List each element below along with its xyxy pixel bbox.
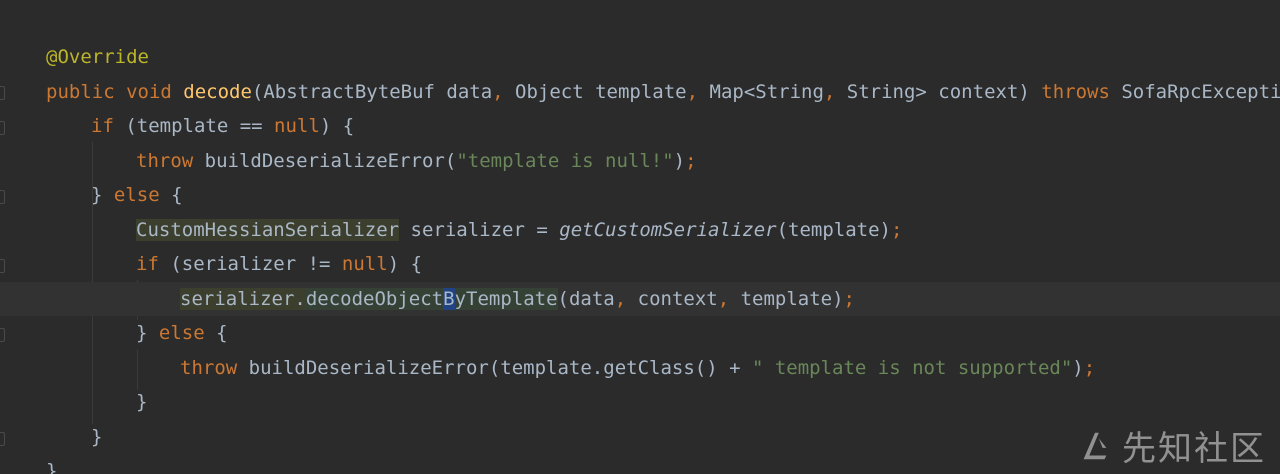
code-token: (template) bbox=[776, 219, 891, 241]
code-token: , bbox=[614, 288, 638, 310]
code-token: public void bbox=[46, 81, 184, 103]
code-token: { bbox=[216, 322, 228, 344]
code-token: } bbox=[136, 322, 159, 344]
code-token: CustomHessianSerializer bbox=[136, 219, 400, 241]
code-text: if (serializer != null) { bbox=[136, 247, 422, 281]
code-token: , bbox=[823, 81, 847, 103]
code-token: if bbox=[136, 253, 171, 275]
code-token: ; bbox=[685, 150, 697, 172]
code-line-6[interactable]: CustomHessianSerializer serializer = get… bbox=[0, 213, 1280, 247]
code-token: null bbox=[274, 115, 320, 137]
code-token: throws bbox=[1041, 81, 1122, 103]
code-token: , bbox=[717, 288, 741, 310]
code-token: context bbox=[637, 288, 718, 310]
code-line-9[interactable]: } else { bbox=[0, 316, 1280, 350]
code-token: throw bbox=[180, 357, 249, 379]
code-line-2[interactable]: public void decode(AbstractByteBuf data,… bbox=[0, 75, 1280, 109]
xianzhi-logo-icon bbox=[1083, 432, 1107, 459]
code-text: @Override bbox=[46, 40, 149, 74]
code-token: template) bbox=[740, 288, 844, 310]
code-token: Map<String bbox=[709, 81, 824, 103]
code-token: if bbox=[91, 115, 126, 137]
code-token: buildDeserializeError(template.getClass(… bbox=[248, 357, 752, 379]
code-token: ; bbox=[1083, 357, 1096, 379]
code-line-11[interactable]: } bbox=[0, 385, 1280, 419]
code-token: B bbox=[443, 288, 455, 310]
code-text: throw buildDeserializeError(template.get… bbox=[180, 351, 1095, 385]
code-token: Object template bbox=[515, 81, 687, 103]
code-text: serializer.decodeObjectByTemplate(data, … bbox=[180, 282, 855, 316]
code-text: } bbox=[91, 420, 102, 454]
code-line-10[interactable]: throw buildDeserializeError(template.get… bbox=[0, 351, 1280, 385]
code-token: } bbox=[136, 391, 148, 413]
code-token: String> context) bbox=[846, 81, 1042, 103]
code-token: , bbox=[492, 81, 516, 103]
code-line-7[interactable]: if (serializer != null) { bbox=[0, 247, 1280, 281]
code-token: buildDeserializeError( bbox=[204, 150, 457, 172]
code-text: } else { bbox=[91, 178, 183, 212]
code-text: if (template == null) { bbox=[91, 109, 354, 143]
code-token: ) { bbox=[319, 115, 355, 137]
code-line-4[interactable]: throw buildDeserializeError("template is… bbox=[0, 144, 1280, 178]
code-token: { bbox=[171, 184, 183, 206]
code-token: else bbox=[113, 184, 172, 206]
code-token: serializer. bbox=[180, 288, 306, 310]
code-token: ) bbox=[673, 150, 686, 172]
code-token: @Override bbox=[46, 46, 149, 68]
code-token: } bbox=[91, 184, 114, 206]
watermark: 先知社区 bbox=[1076, 421, 1266, 470]
code-text: } bbox=[136, 385, 147, 419]
code-text: public void decode(AbstractByteBuf data,… bbox=[46, 75, 1280, 109]
code-token: ; bbox=[891, 219, 903, 241]
code-token: decodeObject bbox=[305, 288, 444, 310]
code-token: (AbstractByteBuf data bbox=[251, 81, 493, 103]
code-editor[interactable]: @Override public void decode(AbstractByt… bbox=[0, 0, 1280, 474]
watermark-text: 先知社区 bbox=[1122, 429, 1266, 469]
code-line-3[interactable]: if (template == null) { bbox=[0, 109, 1280, 143]
code-text: throw buildDeserializeError("template is… bbox=[136, 144, 697, 178]
code-text: CustomHessianSerializer serializer = get… bbox=[136, 213, 902, 247]
code-token: (serializer != bbox=[170, 253, 342, 275]
code-text: } else { bbox=[136, 316, 228, 350]
code-token: "template is null!" bbox=[456, 150, 674, 172]
code-token: (data bbox=[557, 288, 615, 310]
code-token: } bbox=[91, 426, 103, 448]
code-line-8-current[interactable]: serializer.decodeObjectByTemplate(data, … bbox=[0, 282, 1280, 316]
code-token: (template == bbox=[125, 115, 275, 137]
code-token: else bbox=[158, 322, 217, 344]
code-token: } bbox=[46, 460, 58, 474]
code-token: decode bbox=[183, 81, 252, 103]
code-token: null bbox=[341, 253, 388, 275]
code-text: } bbox=[46, 454, 57, 474]
code-token: , bbox=[686, 81, 710, 103]
code-token: yTemplate bbox=[454, 288, 558, 310]
code-token: throw bbox=[136, 150, 205, 172]
code-token: " template is not supported" bbox=[751, 357, 1073, 379]
code-token: ) { bbox=[387, 253, 423, 275]
code-token: ) bbox=[1072, 357, 1084, 379]
code-line-1[interactable]: @Override bbox=[0, 40, 1280, 74]
code-token: serializer = bbox=[399, 219, 560, 241]
code-token: ; bbox=[843, 288, 855, 310]
code-token: getCustomSerializer bbox=[559, 219, 777, 241]
code-line-5[interactable]: } else { bbox=[0, 178, 1280, 212]
code-token: SofaRpcException bbox=[1121, 81, 1280, 103]
